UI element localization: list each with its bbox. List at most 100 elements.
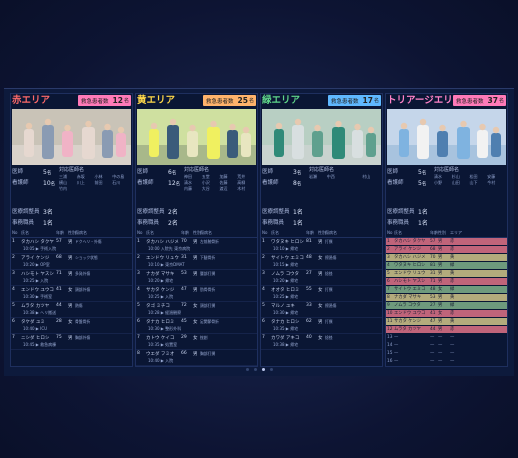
triage-row[interactable]: 11 サカタ ケンジ 47 男 黄 xyxy=(386,318,507,326)
triage-sex: 男 xyxy=(438,295,443,300)
triage-row[interactable]: 13— — — — xyxy=(386,334,507,342)
patient-row[interactable]: 6 タケダ ユミ 28 女骨盤骨折 10:40 ▶ ICU xyxy=(11,318,132,334)
column-header: 性別 xyxy=(438,230,446,235)
patient-age: 45 xyxy=(181,319,187,324)
column-header: No xyxy=(12,230,18,235)
patient-name: ムラタ カツヤ xyxy=(21,304,50,309)
triage-no: 8 xyxy=(387,295,390,300)
patient-diagnosis: 左前腕骨折 xyxy=(200,239,219,244)
staff-label: 医師 xyxy=(387,169,399,175)
patient-no: 5 xyxy=(12,303,15,308)
patient-diagnosis: 胸部打撲 xyxy=(200,351,216,356)
triage-row[interactable]: 4 ワタヌキ ヒロシ 81 男 緑 xyxy=(386,262,507,270)
patient-row[interactable]: 7 カワダ アキコ 40 女捻挫 10:38 ▶ 帰宅 xyxy=(261,334,382,350)
page-dot[interactable] xyxy=(245,368,249,371)
patient-name: ノムラ コウタ xyxy=(271,272,300,277)
patient-table-header: No 氏名 年齢 性別 傷病名 xyxy=(261,229,382,238)
responder-name: 村山 xyxy=(362,174,371,179)
triage-row[interactable]: 12 ムラタ カツヤ 44 男 赤 xyxy=(386,326,507,334)
triage-row[interactable]: 10 エンドウ ユウコ 41 女 赤 xyxy=(386,310,507,318)
badge-count: 12 xyxy=(112,96,123,105)
responders-block: 対応医師名 清水 杉山 松田 安藤 小野 山田 山下 今村 xyxy=(434,167,504,186)
page-dot[interactable] xyxy=(269,368,273,371)
triage-row[interactable]: 3 タカハシ ハジメ 70 男 黄 xyxy=(386,254,507,262)
triage-sex: 男 xyxy=(438,327,443,332)
badge-label: 救急患者数 xyxy=(206,98,234,105)
patient-sex: 女 xyxy=(318,304,323,309)
patient-row[interactable]: 2 サイトウ エミコ 48 女擦過傷 10:15 ▶ 帰宅 xyxy=(261,254,382,270)
patient-row[interactable]: 7 カトウ ケイコ 29 女挫創 10:35 ▶ 処置室 xyxy=(136,334,257,350)
patient-no: 3 xyxy=(137,271,140,276)
responder-name: 岩瀬 xyxy=(309,174,317,179)
patient-age: 62 xyxy=(306,319,312,324)
patient-row[interactable]: 1 ワタヌキ ヒロシ 81 男打撲 10:10 ▶ 帰宅 xyxy=(261,238,382,254)
area-camera-feed[interactable] xyxy=(137,109,256,165)
staff-count: 1名 xyxy=(418,218,428,229)
patient-row[interactable]: 5 マルノ ユキ 33 女擦過傷 10:30 ▶ 帰宅 xyxy=(261,302,382,318)
triage-age: — xyxy=(430,351,435,356)
triage-row[interactable]: 17———— xyxy=(386,366,507,367)
responder-name: 小野 xyxy=(434,180,442,185)
page-indicator[interactable] xyxy=(4,368,514,371)
triage-no: 9 xyxy=(387,303,390,308)
page-dot[interactable] xyxy=(261,368,265,371)
patient-row[interactable]: 3 ナカダ マサキ 53 男腰部打撲 10:20 ▶ 帰宅 xyxy=(136,270,257,286)
responder-name: 木村 xyxy=(237,186,246,191)
column-header: 氏名 xyxy=(21,230,29,235)
patient-age: 71 xyxy=(56,271,62,276)
staff-count: 2名 xyxy=(168,207,178,218)
person-figure xyxy=(274,129,284,157)
patient-row[interactable]: 6 タナカ ヒロシ 62 男打撲 10:35 ▶ 帰宅 xyxy=(261,318,382,334)
area-camera-feed[interactable] xyxy=(262,109,381,165)
badge-count: 25 xyxy=(237,96,248,105)
triage-row[interactable]: 1 タカハシ タクヤ 57 男 赤 xyxy=(386,238,507,246)
patient-row[interactable]: 2 エンドウ リュウ 31 男下腿骨折 10:10 ▶ 東京DMAT xyxy=(136,254,257,270)
patient-row[interactable]: 3 ノムラ コウタ 27 男捻挫 10:20 ▶ 帰宅 xyxy=(261,270,382,286)
area-camera-feed[interactable] xyxy=(387,109,506,165)
patient-row[interactable]: 8 ウエダ フミオ 66 男胸部打撲 10:40 ▶ 入院 xyxy=(136,350,257,366)
triage-sex: 女 xyxy=(438,311,443,316)
responders-title: 対応医師名 xyxy=(184,167,210,173)
triage-no: 17 xyxy=(387,366,392,367)
patient-name: ハシモト ヤスシ xyxy=(21,272,54,277)
area-camera-feed[interactable] xyxy=(12,109,131,165)
patient-row[interactable]: 2 アライ ケンジ 68 男ショック状態 10:20 ▶ OP室 xyxy=(11,254,132,270)
triage-row[interactable]: 7 サイトウ エミコ 48 女 緑 xyxy=(386,286,507,294)
patient-row[interactable]: 7 ニシダ ヒロシ 75 男胸部外傷 10:45 ▶ 救急病棟 xyxy=(11,334,132,350)
responders-block: 対応医師名 三浦 赤坂 小林 中の島 横山 川上 前田 石川 竹内 xyxy=(59,167,129,192)
triage-row[interactable]: 14— — — — xyxy=(386,342,507,350)
column-header: 傷病名 xyxy=(325,230,337,235)
patient-row[interactable]: 1 タカハシ タクヤ 57 男ドクヘリ・外傷 10:05 ▶ 手術入院 xyxy=(11,238,132,254)
patient-age: 66 xyxy=(181,351,187,356)
responder-names: 三浦 赤坂 小林 中の島 横山 川上 前田 石川 竹内 xyxy=(59,174,129,192)
triage-row[interactable]: 2 アライ ケンジ 68 男 赤 xyxy=(386,246,507,254)
staff-count: 2名 xyxy=(168,218,178,229)
patient-row[interactable]: 1 タカハシ ハジメ 70 男左前腕骨折 10:00 入院先 東京病院 xyxy=(136,238,257,254)
staff-count-value: 12 xyxy=(168,180,176,187)
triage-sex: — xyxy=(438,335,443,340)
responders-block: 対応医師名 神田 五堂 加藤 荒井 清水 小沢 佐藤 高柳 内藤 大谷 渡辺 木村 xyxy=(184,167,254,192)
patient-row[interactable]: 5 ムラタ カツヤ 44 男熱傷 10:38 ▶ ヘリ搬送 xyxy=(11,302,132,318)
triage-row[interactable]: 15— — — — xyxy=(386,350,507,358)
staff-count: 10名 xyxy=(43,178,55,190)
triage-row[interactable]: 5 エンドウ リュウ 31 男 黄 xyxy=(386,270,507,278)
page-dot[interactable] xyxy=(253,368,257,371)
triage-row[interactable]: 9 ノムラ コウタ 27 男 緑 xyxy=(386,302,507,310)
triage-name: ワタヌキ ヒロシ xyxy=(394,263,426,268)
triage-area: — xyxy=(450,351,455,356)
triage-row[interactable]: 6 ハシモト ヤスシ 71 男 赤 xyxy=(386,278,507,286)
triage-row[interactable]: 8 ナカダ マサキ 53 男 黄 xyxy=(386,294,507,302)
patient-row[interactable]: 4 オオタ ヒロミ 55 女打撲 10:25 ▶ 帰宅 xyxy=(261,286,382,302)
triage-row[interactable]: 16 — — — — xyxy=(386,358,507,366)
patient-row[interactable]: 6 タナカ ヒロミ 45 女足関節骨折 10:30 ▶ 整形外科 xyxy=(136,318,257,334)
patient-no: 3 xyxy=(262,271,265,276)
triage-name: — xyxy=(394,351,399,356)
triage-age: 41 xyxy=(430,311,436,316)
triage-name: サカタ ケンジ xyxy=(394,319,422,324)
patient-row[interactable]: 4 エンドウ ユウコ 41 女頭部外傷 10:30 ▶ 手術室 xyxy=(11,286,132,302)
patient-row[interactable]: 3 ハシモト ヤスシ 71 男多発外傷 10:25 ▶ 入院 xyxy=(11,270,132,286)
patient-row[interactable]: 4 サカタ ケンジ 47 男肋骨骨折 10:25 ▶ 入院 xyxy=(136,286,257,302)
patient-row[interactable]: 5 タゴ ミチコ 72 女頭部打撲 10:28 ▶ 経過観察 xyxy=(136,302,257,318)
patient-age: 72 xyxy=(181,303,187,308)
patient-no: 1 xyxy=(262,239,265,244)
